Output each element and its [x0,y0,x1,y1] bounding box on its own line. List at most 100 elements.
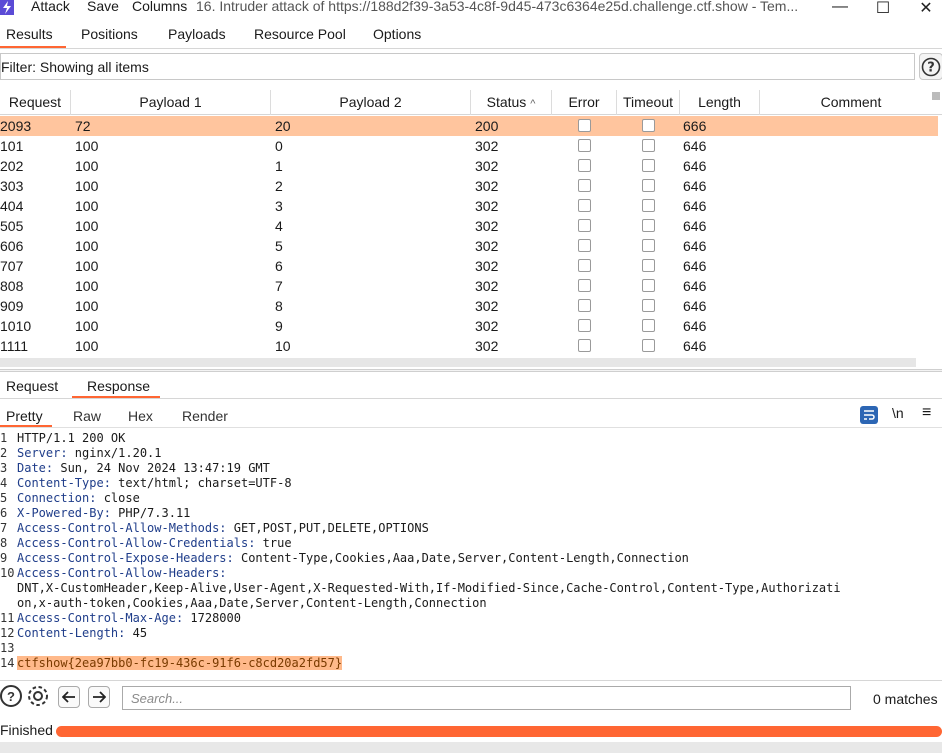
table-row[interactable]: 909 100 8 302 646 [0,296,938,316]
table-row[interactable]: 101 100 0 302 646 [0,136,938,156]
line-number: 1 [0,431,8,445]
payload2-cell: 20 [275,118,291,134]
payload1-cell: 100 [75,138,99,154]
col-status[interactable]: Status ^ [471,90,552,115]
table-row[interactable]: 303 100 2 302 646 [0,176,938,196]
line-number: 7 [0,521,8,535]
line-content: Server: nginx/1.20.1 [17,446,162,461]
filter-bar[interactable]: Filter: Showing all items [0,53,915,80]
help-icon[interactable]: ? [0,685,22,707]
timeout-checkbox [642,199,655,212]
table-scroll-up[interactable] [932,92,940,100]
header-name: Access-Control-Allow-Methods: [17,521,227,535]
header-value: Sun, 24 Nov 2024 13:47:19 GMT [53,461,270,475]
col-request[interactable]: Request [0,90,71,115]
window-title: 16. Intruder attack of https://188d2f39-… [196,0,799,14]
request-cell: 1010 [0,318,32,334]
table-row[interactable]: 505 100 4 302 646 [0,216,938,236]
menu-attack[interactable]: Attack [31,0,70,14]
response-editor[interactable]: 1 HTTP/1.1 200 OK 2 Server: nginx/1.20.1 3 Da… [0,430,942,676]
tab-positions[interactable]: Positions [81,26,138,42]
error-checkbox [578,319,591,332]
table-row[interactable]: 1111 100 10 302 646 [0,336,938,356]
col-length[interactable]: Length [680,90,760,115]
tab-raw[interactable]: Raw [73,408,101,424]
col-comment[interactable]: Comment [760,90,942,115]
col-payload1[interactable]: Payload 1 [71,90,271,115]
arrow-right-icon[interactable] [88,686,110,708]
header-value: nginx/1.20.1 [67,446,162,460]
request-cell: 101 [0,138,24,154]
search-bar: ? 0 matches [0,680,942,714]
payload1-cell: 100 [75,298,99,314]
search-input[interactable] [122,686,851,710]
table-row[interactable]: 202 100 1 302 646 [0,156,938,176]
tab-hex[interactable]: Hex [128,408,153,424]
flag-value: ctfshow{2ea97bb0-fc19-436c-91f6-c8cd20a2… [17,656,343,670]
line-number: 4 [0,476,8,490]
table-row[interactable]: 404 100 3 302 646 [0,196,938,216]
close-icon[interactable]: ✕ [916,0,936,17]
menu-save[interactable]: Save [87,0,119,14]
minimize-icon[interactable]: — [830,0,850,15]
message-tabs: Request Response [0,374,942,399]
help-icon[interactable]: ? [919,53,942,80]
active-view-tab-indicator [0,425,52,427]
payload1-cell: 100 [75,238,99,254]
payload1-cell: 72 [75,118,91,134]
arrow-left-icon[interactable] [58,686,80,708]
table-row[interactable]: 707 100 6 302 646 [0,256,938,276]
tab-payloads[interactable]: Payloads [168,26,226,42]
col-error[interactable]: Error [552,90,617,115]
line-content: Access-Control-Allow-Credentials: true [17,536,292,551]
timeout-checkbox [642,339,655,352]
header-value: 45 [125,626,148,640]
tab-resource-pool[interactable]: Resource Pool [254,26,346,42]
header-name: X-Powered-By: [17,506,111,520]
table-row[interactable]: 606 100 5 302 646 [0,236,938,256]
wrap-lines-icon[interactable] [860,406,878,424]
line-content: on,x-auth-token,Cookies,Aaa,Date,Server,… [17,596,487,611]
line-number: 10 [0,566,15,580]
line-content: Date: Sun, 24 Nov 2024 13:47:19 GMT [17,461,270,476]
table-row[interactable]: 1010 100 9 302 646 [0,316,938,336]
tab-results[interactable]: Results [6,26,53,42]
gear-icon[interactable] [26,684,50,711]
maximize-icon[interactable]: ☐ [873,0,893,17]
header-name: Content-Length: [17,626,126,640]
tab-render[interactable]: Render [182,408,228,424]
error-checkbox [578,259,591,272]
line-number: 2 [0,446,8,460]
length-cell: 646 [683,218,707,234]
header-value: HTTP/1.1 200 OK [17,431,126,445]
header-value: DNT,X-CustomHeader,Keep-Alive,User-Agent… [17,581,841,595]
show-newlines-button[interactable]: \n [892,405,904,421]
request-cell: 707 [0,258,24,274]
tab-request[interactable]: Request [6,378,58,394]
active-tab-indicator [0,46,66,48]
col-timeout[interactable]: Timeout [617,90,680,115]
line-content: Access-Control-Allow-Methods: GET,POST,P… [17,521,429,536]
request-cell: 404 [0,198,24,214]
payload1-cell: 100 [75,258,99,274]
status-cell: 302 [475,138,499,154]
table-horizontal-scrollbar[interactable] [0,358,916,367]
header-name: Connection: [17,491,97,505]
payload1-cell: 100 [75,318,99,334]
tab-response[interactable]: Response [87,378,150,394]
line-content: ctfshow{2ea97bb0-fc19-436c-91f6-c8cd20a2… [17,656,343,671]
table-row[interactable]: 2093 72 20 200 666 [0,116,938,136]
request-cell: 202 [0,158,24,174]
error-checkbox [578,279,591,292]
pane-splitter[interactable] [0,369,942,372]
tab-options[interactable]: Options [373,26,421,42]
header-name: Server: [17,446,68,460]
request-cell: 303 [0,178,24,194]
line-number: 3 [0,461,8,475]
menu-columns[interactable]: Columns [132,0,187,14]
status-cell: 302 [475,338,499,354]
tab-pretty[interactable]: Pretty [6,408,43,424]
hamburger-menu-icon[interactable]: ≡ [922,404,931,422]
col-payload2[interactable]: Payload 2 [271,90,471,115]
table-row[interactable]: 808 100 7 302 646 [0,276,938,296]
